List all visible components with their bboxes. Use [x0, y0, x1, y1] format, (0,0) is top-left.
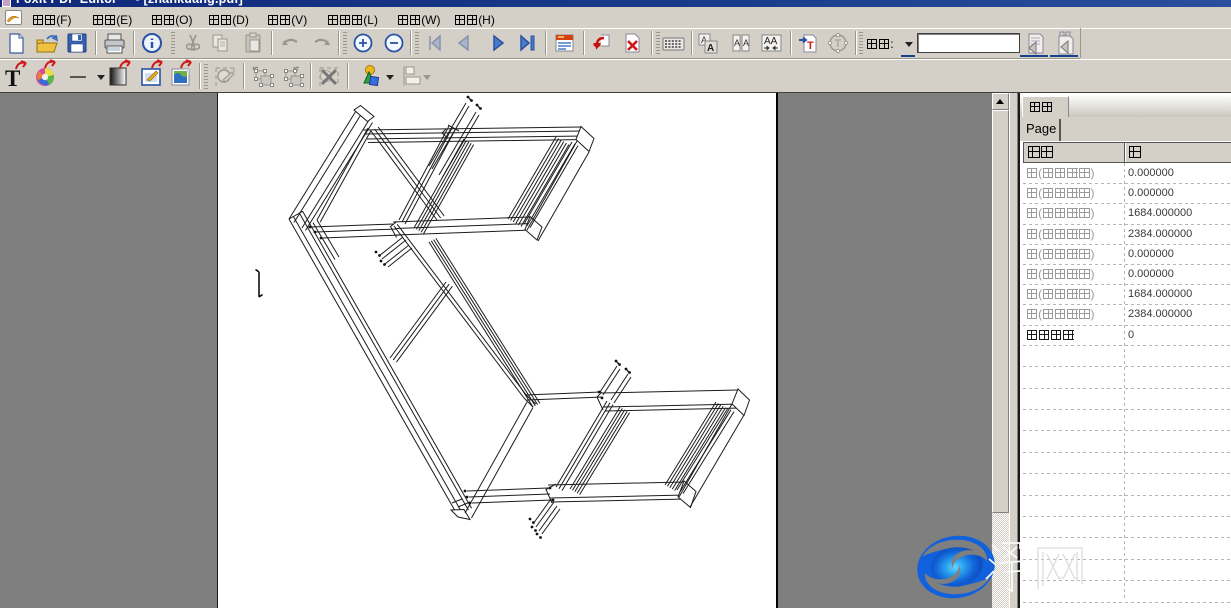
svg-text:T: T: [807, 40, 814, 52]
svg-text:AA: AA: [764, 36, 778, 47]
svg-text:A: A: [743, 38, 749, 48]
svg-text:A: A: [707, 43, 714, 54]
svg-text:T: T: [835, 38, 842, 50]
svg-text:A: A: [734, 38, 740, 48]
